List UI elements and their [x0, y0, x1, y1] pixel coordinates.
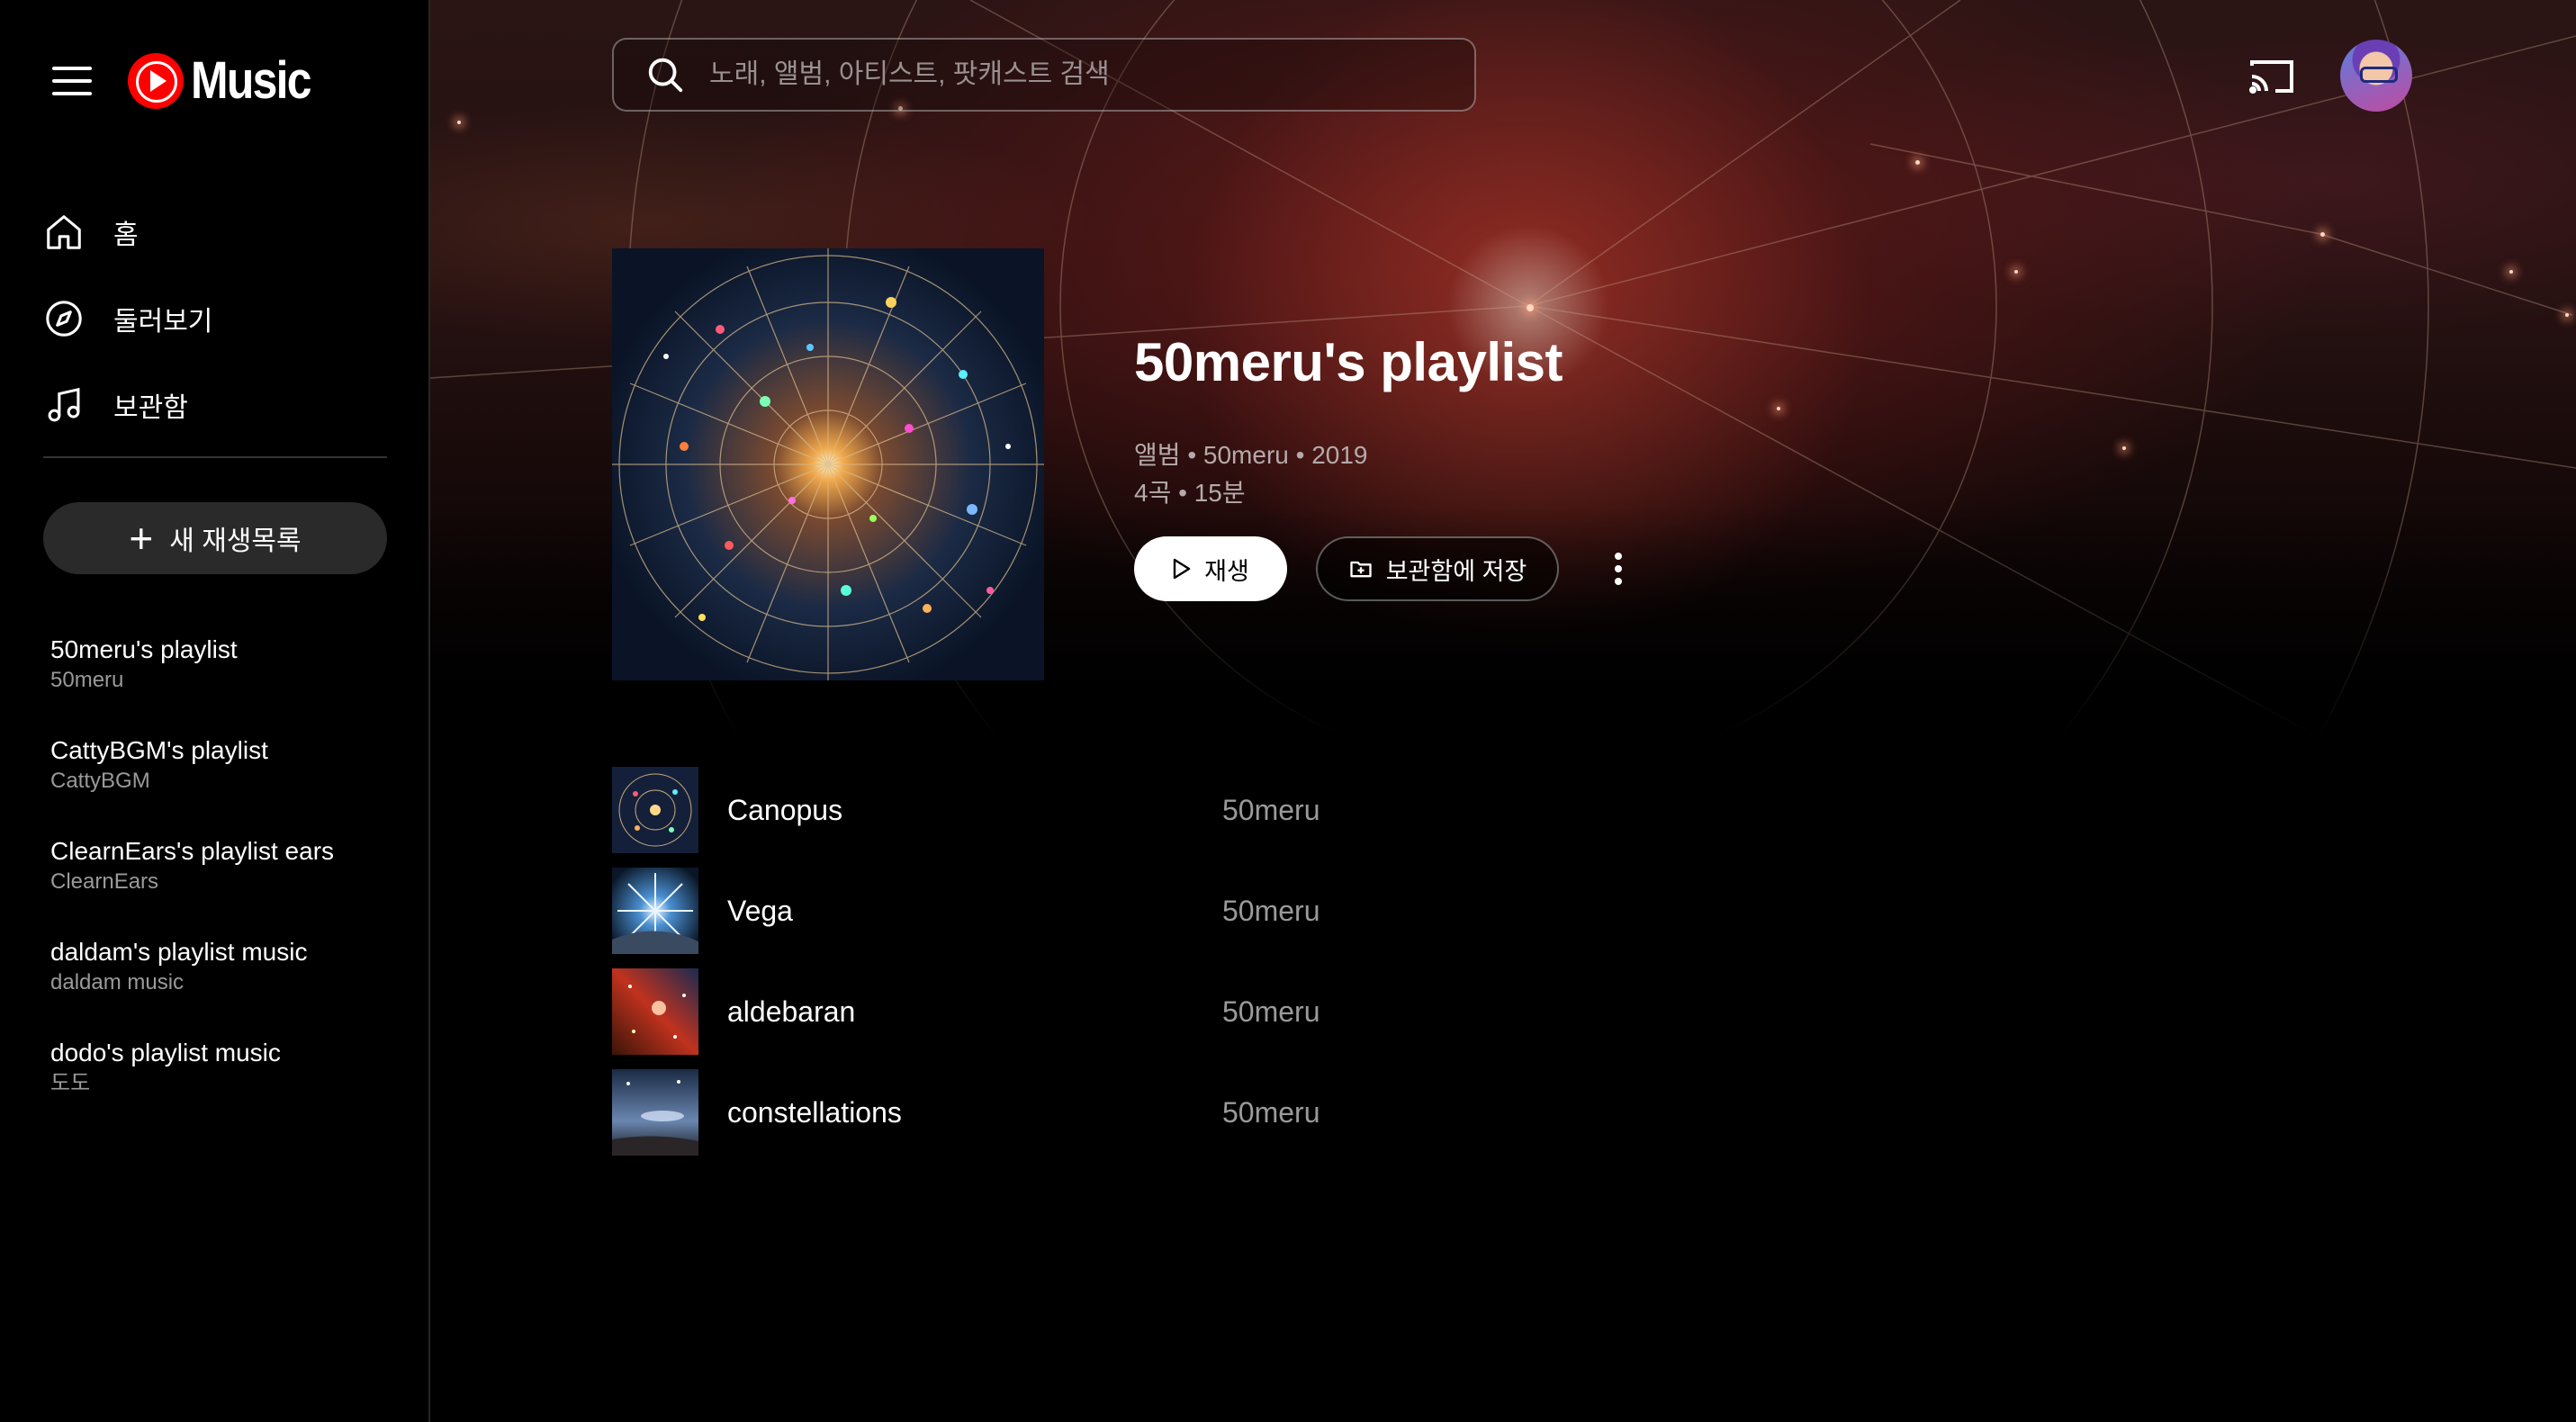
track-count: 4곡	[1134, 479, 1172, 507]
track-title[interactable]: Canopus	[727, 794, 842, 827]
track-list: Canopus 50meru Vega 50meru aldebaran 50m…	[612, 765, 1782, 1168]
nav-item-explore[interactable]: 둘러보기	[43, 275, 212, 362]
album-meta-line: 앨범 • 50meru • 2019	[1134, 436, 1368, 472]
meta-separator: •	[1178, 479, 1194, 507]
album-type: 앨범	[1134, 441, 1181, 469]
library-add-icon	[1350, 561, 1372, 578]
sidebar-playlist-item[interactable]: daldam's playlist music daldam music	[50, 936, 410, 1037]
album-cover-art	[612, 248, 1044, 680]
new-playlist-label: 새 재생목록	[169, 526, 302, 556]
playlist-title: daldam's playlist music	[50, 938, 308, 966]
sidebar-playlist-item[interactable]: dodo's playlist music 도도	[50, 1037, 410, 1138]
album-cover-image	[612, 248, 1044, 680]
sidebar-divider	[43, 456, 387, 458]
album-title: 50meru's playlist	[1134, 332, 1563, 392]
sidebar-playlist-item[interactable]: ClearnEars's playlist ears ClearnEars	[50, 835, 410, 936]
library-music-icon	[48, 387, 80, 422]
nav-item-label: 보관함	[113, 393, 188, 423]
playlist-subtitle: daldam music	[50, 970, 185, 994]
save-button-label: 보관함에 저장	[1385, 557, 1527, 585]
account-avatar[interactable]	[2340, 40, 2412, 112]
track-row[interactable]: Canopus 50meru	[612, 765, 1782, 866]
sidebar-playlist-list: 50meru's playlist 50meru CattyBGM's play…	[50, 634, 410, 1138]
nav-item-library[interactable]: 보관함	[43, 362, 212, 448]
playlist-title: CattyBGM's playlist	[50, 736, 268, 764]
track-title[interactable]: constellations	[727, 1096, 902, 1130]
track-artist[interactable]: 50meru	[1222, 1096, 1320, 1130]
track-thumbnail[interactable]	[612, 767, 698, 853]
playlist-subtitle: ClearnEars	[50, 869, 159, 894]
album-artist[interactable]: 50meru	[1203, 441, 1289, 469]
playlist-title: 50meru's playlist	[50, 635, 238, 663]
play-button[interactable]: 재생	[1134, 536, 1287, 601]
new-playlist-button[interactable]: + 새 재생목록	[43, 502, 387, 574]
track-artist[interactable]: 50meru	[1222, 995, 1320, 1029]
cast-icon[interactable]	[2248, 56, 2295, 97]
track-artist[interactable]: 50meru	[1222, 895, 1320, 928]
search-input[interactable]	[707, 58, 1474, 91]
sidebar-playlist-item[interactable]: CattyBGM's playlist CattyBGM	[50, 734, 410, 835]
play-icon	[1173, 558, 1191, 580]
playlist-title: dodo's playlist music	[50, 1039, 281, 1066]
search-bar[interactable]	[612, 38, 1476, 112]
more-options-icon[interactable]	[1597, 545, 1640, 592]
search-icon	[648, 58, 683, 93]
main-nav: 홈 둘러보기 보관함	[43, 189, 212, 448]
youtube-music-logo[interactable]: Music	[128, 50, 329, 111]
main-content: 50meru's playlist 앨범 • 50meru • 2019 4곡 …	[430, 0, 2576, 1422]
playlist-subtitle: 도도	[50, 1071, 91, 1095]
save-to-library-button[interactable]: 보관함에 저장	[1316, 536, 1559, 601]
meta-separator: •	[1295, 441, 1312, 469]
track-row[interactable]: constellations 50meru	[612, 1067, 1782, 1168]
track-thumbnail[interactable]	[612, 868, 698, 954]
play-button-label: 재생	[1204, 557, 1249, 585]
sidebar-playlist-item[interactable]: 50meru's playlist 50meru	[50, 634, 410, 734]
track-title[interactable]: aldebaran	[727, 995, 855, 1029]
explore-icon	[46, 301, 82, 337]
plus-icon: +	[129, 515, 154, 562]
album-year: 2019	[1311, 441, 1368, 469]
play-logo-icon	[128, 52, 184, 109]
nav-item-label: 둘러보기	[113, 307, 213, 337]
nav-item-label: 홈	[113, 220, 139, 250]
meta-separator: •	[1187, 441, 1203, 469]
album-duration: 15분	[1193, 479, 1246, 507]
menu-button[interactable]	[52, 54, 92, 108]
playlist-subtitle: CattyBGM	[50, 769, 150, 793]
playlist-subtitle: 50meru	[50, 668, 124, 692]
track-thumbnail[interactable]	[612, 1069, 698, 1156]
home-icon	[47, 215, 81, 249]
nav-item-home[interactable]: 홈	[43, 189, 212, 275]
track-title[interactable]: Vega	[727, 895, 793, 928]
playlist-title: ClearnEars's playlist ears	[50, 837, 335, 865]
album-stats-line: 4곡 • 15분	[1134, 473, 1246, 509]
track-row[interactable]: aldebaran 50meru	[612, 967, 1782, 1067]
hamburger-icon[interactable]	[52, 67, 92, 95]
track-artist[interactable]: 50meru	[1222, 794, 1320, 827]
logo-text: Music	[191, 51, 311, 110]
sidebar: Music 홈 둘러보기 보관함 + 새 재생목록 50meru's playl…	[0, 0, 430, 1422]
track-row[interactable]: Vega 50meru	[612, 866, 1782, 967]
track-thumbnail[interactable]	[612, 968, 698, 1055]
